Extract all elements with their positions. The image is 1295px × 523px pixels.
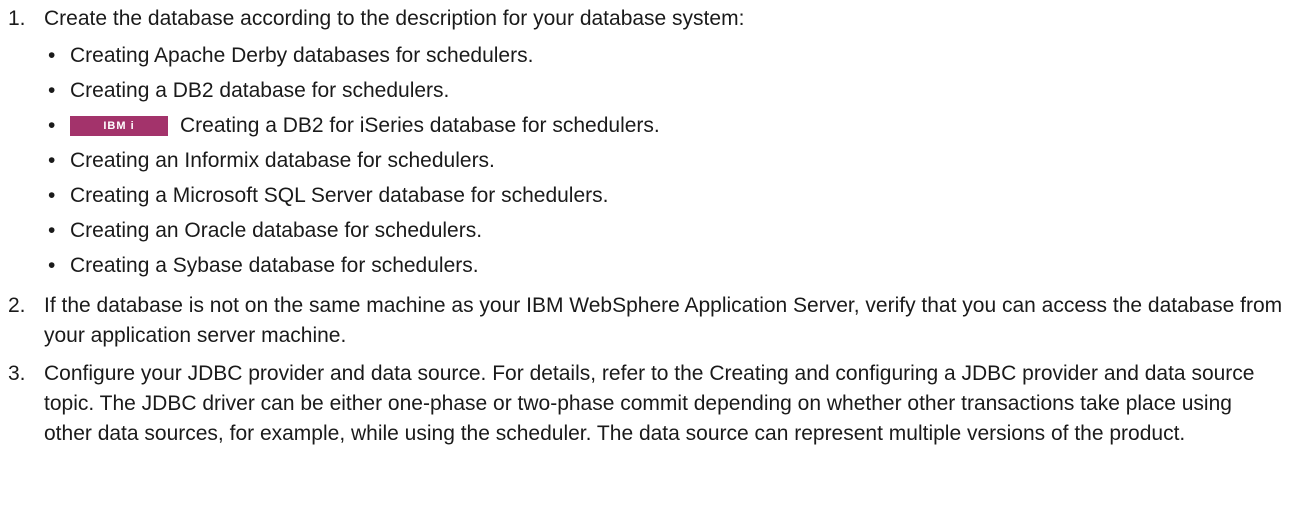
step-text: Create the database according to the des… (44, 7, 745, 30)
list-item-text: Creating a Sybase database for scheduler… (70, 253, 479, 277)
step-3: 3. Configure your JDBC provider and data… (8, 359, 1285, 449)
bullet-icon: • (48, 183, 56, 207)
list-item-text: Creating a DB2 database for schedulers. (70, 78, 450, 102)
step-text: If the database is not on the same machi… (44, 294, 1283, 347)
list-item-text: Creating an Oracle database for schedule… (70, 218, 483, 242)
bullet-icon: • (48, 113, 56, 137)
database-options-list: • Creating Apache Derby databases for sc… (44, 38, 1285, 283)
steps-list: 1. Create the database according to the … (8, 4, 1285, 449)
document-body: 1. Create the database according to the … (0, 0, 1295, 449)
ibm-i-badge: IBM i (70, 115, 168, 136)
bullet-icon: • (48, 253, 56, 277)
step-body: Create the database according to the des… (44, 4, 1285, 283)
bullet-icon: • (48, 43, 56, 67)
list-item: • Creating an Oracle database for schedu… (44, 213, 1285, 248)
bullet-icon: • (48, 218, 56, 242)
list-item-text: Creating Apache Derby databases for sche… (70, 43, 534, 67)
step-1: 1. Create the database according to the … (8, 4, 1285, 283)
list-item: • Creating a Microsoft SQL Server databa… (44, 178, 1285, 213)
bullet-icon: • (48, 78, 56, 102)
step-number: 1. (8, 7, 26, 30)
list-item: • Creating Apache Derby databases for sc… (44, 38, 1285, 73)
list-item: • Creating a Sybase database for schedul… (44, 248, 1285, 283)
bullet-icon: • (48, 148, 56, 172)
list-item: • Creating an Informix database for sche… (44, 143, 1285, 178)
step-number: 2. (8, 294, 26, 317)
list-item-text: Creating a DB2 for iSeries database for … (180, 113, 660, 137)
step-number: 3. (8, 362, 26, 385)
step-text: Configure your JDBC provider and data so… (44, 362, 1255, 445)
step-2: 2. If the database is not on the same ma… (8, 291, 1285, 351)
list-item: • IBM i Creating a DB2 for iSeries datab… (44, 108, 1285, 143)
list-item: • Creating a DB2 database for schedulers… (44, 73, 1285, 108)
list-item-text: Creating an Informix database for schedu… (70, 148, 495, 172)
list-item-text: Creating a Microsoft SQL Server database… (70, 183, 609, 207)
